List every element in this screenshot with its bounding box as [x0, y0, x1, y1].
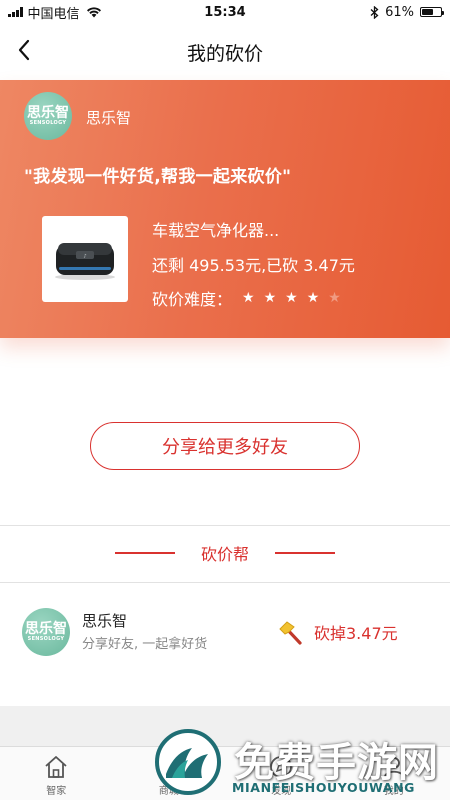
product-name[interactable]: 车载空气净化器...	[152, 217, 279, 241]
section-title: 砍价帮	[200, 545, 249, 564]
shop-icon	[159, 758, 178, 778]
bluetooth-icon	[370, 5, 379, 19]
tab-profile[interactable]: 我的	[338, 747, 450, 800]
status-right: 61%	[370, 0, 444, 24]
signal-icon	[8, 7, 23, 17]
status-bar: 中国电信 15:34 61%	[0, 0, 450, 24]
invite-quote: "我发现一件好货,帮我一起来砍价"	[24, 167, 292, 187]
tab-shop[interactable]: 商城	[113, 747, 226, 800]
divider	[0, 525, 450, 526]
product-price-status: 还剩 495.53元,已砍 3.47元	[152, 256, 355, 275]
svg-text:♪: ♪	[83, 254, 86, 260]
discover-icon	[270, 756, 293, 778]
bargain-page: 中国电信 15:34 61% 我的砍价 思乐智 SENSOLOGY 思乐智 "我…	[0, 0, 450, 800]
air-purifier-image: ♪	[55, 243, 115, 280]
difficulty-rating: 砍价难度： ★ ★ ★ ★ ★	[152, 286, 341, 310]
carrier-label: 中国电信	[27, 6, 80, 22]
avatar-logo-text: 思乐智	[25, 620, 67, 637]
profile-icon	[383, 757, 404, 778]
share-button[interactable]: 分享给更多好友	[90, 422, 360, 470]
tab-label: 发现	[271, 786, 292, 797]
avatar: 思乐智 SENSOLOGY	[22, 608, 70, 656]
tab-label: 我的	[383, 786, 404, 797]
tab-label: 商城	[158, 786, 179, 797]
tab-home[interactable]: 智家	[0, 747, 113, 800]
nav-bar: 我的砍价	[0, 24, 450, 80]
tab-label: 智家	[46, 786, 67, 797]
home-icon	[45, 756, 67, 778]
avatar: 思乐智 SENSOLOGY	[24, 92, 72, 140]
list-item: 思乐智 SENSOLOGY 思乐智 分享好友, 一起拿好货 砍掉3.47元	[0, 598, 450, 668]
difficulty-label: 砍价难度：	[152, 290, 233, 309]
username: 思乐智	[86, 109, 132, 127]
star-empty-icon: ★	[328, 290, 341, 306]
star-filled-icon: ★	[242, 290, 255, 306]
battery-level	[422, 9, 433, 15]
section-line-left	[114, 552, 175, 554]
wifi-icon	[86, 7, 101, 18]
avatar-logo-subtext: SENSOLOGY	[29, 119, 67, 126]
footer-spacer	[0, 706, 450, 746]
star-filled-icon: ★	[263, 290, 277, 306]
star-filled-icon: ★	[306, 290, 320, 306]
chevron-left-icon	[18, 39, 30, 61]
helper-description: 分享好友, 一起拿好货	[82, 637, 208, 652]
tab-discover[interactable]: 发现	[225, 747, 338, 800]
divider	[0, 582, 450, 583]
status-left: 中国电信	[8, 3, 158, 22]
product-image[interactable]: ♪	[42, 216, 128, 302]
axe-icon	[279, 621, 302, 645]
battery-icon	[420, 7, 444, 17]
battery-percent: 61%	[385, 4, 414, 20]
page-title: 我的砍价	[186, 42, 263, 65]
section-header: 砍价帮	[0, 542, 450, 564]
difficulty-stars: ★ ★ ★ ★ ★	[242, 290, 341, 306]
star-filled-icon: ★	[285, 290, 298, 306]
back-button[interactable]	[10, 36, 38, 64]
bargain-card: 思乐智 SENSOLOGY 思乐智 "我发现一件好货,帮我一起来砍价" ♪ 车载…	[0, 80, 450, 338]
avatar-logo-subtext: SENSOLOGY	[27, 635, 65, 642]
section-line-right	[275, 552, 335, 554]
tab-bar: 智家 商城 发现 我的	[0, 746, 450, 800]
cut-amount: 砍掉3.47元	[314, 624, 398, 643]
helper-name: 思乐智	[82, 612, 128, 630]
avatar-logo-text: 思乐智	[27, 104, 69, 121]
